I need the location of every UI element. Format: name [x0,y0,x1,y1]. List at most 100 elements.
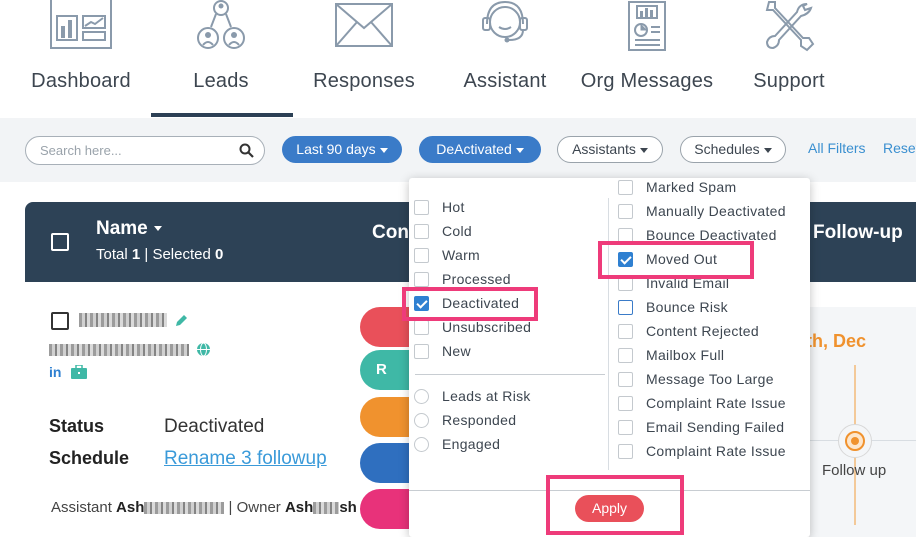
redacted-lead-name [79,313,167,327]
checkbox[interactable] [618,420,633,435]
status-filter-label: DeActivated [436,141,512,157]
select-all-checkbox[interactable] [51,233,69,251]
followup-node-dot [851,437,859,445]
total-count: 1 [131,246,141,263]
selected-count: 0 [214,246,224,263]
dashboard-icon [50,0,112,49]
report-icon [628,1,666,51]
tools-icon [765,1,815,52]
checkbox[interactable] [618,300,633,315]
briefcase-icon[interactable] [71,365,87,379]
total-label: Total [96,246,128,263]
chevron-down-icon [379,147,388,153]
option-label: Cold [442,223,472,239]
section-divider [415,374,605,375]
checkbox[interactable] [618,444,633,459]
all-filters-link[interactable]: All Filters [808,140,866,156]
checkbox[interactable] [414,344,429,359]
option-label: Email Sending Failed [646,419,785,435]
globe-icon[interactable] [196,342,211,357]
option-label: Content Rejected [646,323,759,339]
checkbox[interactable] [414,320,429,335]
radio[interactable] [414,389,429,404]
linkedin-icon[interactable]: in [49,364,61,380]
contact-indicator: R [360,350,412,390]
assistant-owner-line: Assistant Ash | Owner Ash sh [51,499,357,516]
option-label: Unsubscribed [442,319,532,335]
option-label: Engaged [442,436,501,452]
owner-name: Ash [284,499,314,516]
checkbox[interactable] [618,180,633,195]
option-label: Complaint Rate Issue [646,443,786,459]
owner-name-suffix: sh [339,499,357,516]
option-label: Mailbox Full [646,347,725,363]
nav-assistant[interactable]: Assistant [455,0,555,118]
schedule-link[interactable]: Rename 3 followup [164,448,327,470]
checkbox[interactable] [618,348,633,363]
search-icon[interactable] [239,143,254,158]
checkbox[interactable] [414,248,429,263]
option-label: Warm [442,247,481,263]
assistant-label: Assistant [51,499,112,516]
envelope-icon [335,3,393,47]
schedules-dropdown[interactable]: Schedules [680,136,786,163]
nav-responses[interactable]: Responses [307,0,421,118]
nav-leads[interactable]: Leads [165,0,277,118]
contact-indicator [360,489,412,529]
assistants-filter-label: Assistants [572,141,636,157]
radio[interactable] [414,413,429,428]
reset-link[interactable]: Reset [883,140,916,156]
edit-pencil-icon[interactable] [174,313,189,328]
option-label: Message Too Large [646,371,774,387]
option-label: New [442,343,471,359]
leads-icon [197,0,245,49]
option-label: Manually Deactivated [646,203,786,219]
redacted-assistant [144,502,225,515]
option-label: Complaint Rate Issue [646,395,786,411]
nav-label: Responses [313,70,415,92]
redacted-owner [313,502,340,515]
status-label: Status [49,416,105,436]
assistants-dropdown[interactable]: Assistants [557,136,663,163]
schedule-label: Schedule [49,448,130,468]
nav-label: Leads [193,70,249,92]
name-column-header[interactable]: Name [96,218,162,240]
chevron-down-icon [639,147,648,153]
radio[interactable] [414,437,429,452]
option-label: Bounce Risk [646,299,728,315]
checkbox[interactable] [618,324,633,339]
highlight-moved-out [598,241,754,279]
date-range-dropdown[interactable]: Last 90 days [282,136,402,163]
nav-support[interactable]: Support [745,0,833,118]
nav-label: Support [753,70,825,92]
sort-caret-icon [153,226,162,232]
highlight-deactivated [402,287,538,321]
top-navigation: Dashboard Leads Responses Assistant Org … [0,0,916,118]
contact-column-header: Con [372,222,409,243]
checkbox[interactable] [618,372,633,387]
highlight-apply [546,475,684,535]
status-dropdown[interactable]: DeActivated [419,136,541,163]
name-column-label: Name [96,218,148,239]
checkbox[interactable] [618,396,633,411]
nav-label: Assistant [463,70,547,92]
lead-checkbox[interactable] [51,312,69,330]
chevron-down-icon [763,147,772,153]
checkbox[interactable] [618,204,633,219]
option-label: Marked Spam [646,179,737,195]
option-label: Processed [442,271,511,287]
checkbox[interactable] [414,200,429,215]
status-value: Deactivated [164,416,265,437]
nav-dashboard[interactable]: Dashboard [25,0,137,118]
chevron-down-icon [515,147,524,153]
checkbox[interactable] [414,272,429,287]
search-placeholder: Search here... [40,143,122,158]
contact-initial: R [376,361,387,378]
checkbox[interactable] [414,224,429,239]
schedules-filter-label: Schedules [694,141,760,157]
nav-label: Dashboard [31,70,131,92]
filter-bar: Search here... Last 90 days DeActivated … [0,118,916,182]
search-input[interactable]: Search here... [25,136,265,165]
contact-indicator [360,397,412,437]
nav-org-messages[interactable]: Org Messages [578,0,716,118]
